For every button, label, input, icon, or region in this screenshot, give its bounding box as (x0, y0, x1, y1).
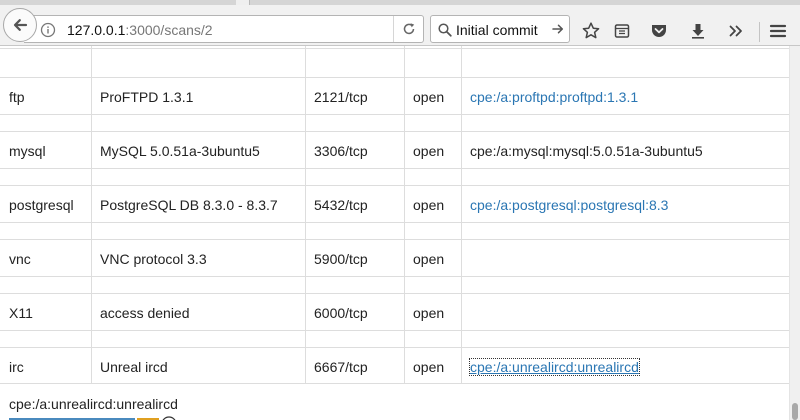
browser-toolbar: 127.0.0.1:3000/scans/2 Initial commit (0, 5, 800, 46)
row-border (0, 222, 789, 223)
bookmark-star-icon[interactable] (580, 20, 602, 42)
service-cell: irc (9, 359, 24, 375)
column-divider (404, 46, 405, 383)
cpe-link-focused[interactable]: cpe:/a:unrealircd:unrealircd (469, 358, 640, 376)
reload-icon (403, 23, 414, 35)
service-cell: X11 (9, 305, 33, 321)
state-cell: open (413, 89, 445, 105)
cpe-detail: cpe:/a:unrealircd:unrealircd (9, 396, 178, 412)
toolbar-separator (759, 22, 760, 42)
row-border (0, 383, 789, 384)
info-icon[interactable] (40, 22, 56, 38)
overflow-chevron-icon[interactable] (725, 20, 747, 42)
product-cell: access denied (100, 305, 190, 321)
service-cell: postgresql (9, 197, 74, 213)
url-text[interactable]: 127.0.0.1:3000/scans/2 (67, 22, 213, 38)
back-button[interactable] (3, 8, 37, 42)
hamburger-menu-icon[interactable] (767, 20, 789, 42)
reader-view-icon[interactable] (611, 20, 633, 42)
product-cell: Unreal ircd (100, 359, 168, 375)
port-cell: 5900/tcp (314, 251, 368, 267)
page-content: ftp ProFTPD 1.3.1 2121/tcp open cpe:/a:p… (0, 46, 789, 420)
row-border (0, 114, 789, 115)
reload-button[interactable] (393, 16, 423, 42)
state-cell: open (413, 305, 445, 321)
row-border (0, 330, 789, 331)
search-go-button[interactable] (550, 21, 566, 37)
row-border (0, 185, 789, 186)
port-cell: 5432/tcp (314, 197, 368, 213)
downloads-icon[interactable] (687, 20, 709, 42)
url-path: :3000/scans/2 (125, 22, 213, 38)
url-bar[interactable]: 127.0.0.1:3000/scans/2 (24, 15, 424, 43)
search-go-icon (552, 24, 564, 34)
row-border (0, 131, 789, 132)
cpe-link[interactable]: cpe:/a:proftpd:proftpd:1.3.1 (470, 89, 638, 105)
port-cell: 3306/tcp (314, 143, 368, 159)
column-divider (461, 46, 462, 383)
url-host: 127.0.0.1 (67, 22, 126, 38)
state-cell: open (413, 143, 445, 159)
row-border (0, 77, 789, 78)
port-cell: 2121/tcp (314, 89, 368, 105)
search-bar[interactable]: Initial commit (430, 15, 570, 43)
row-border (0, 239, 789, 240)
state-cell: open (413, 359, 445, 375)
vertical-scrollbar[interactable] (789, 46, 800, 420)
pocket-icon[interactable] (648, 20, 670, 42)
port-cell: 6000/tcp (314, 305, 368, 321)
column-divider (91, 46, 92, 383)
product-cell: MySQL 5.0.51a-3ubuntu5 (100, 143, 260, 159)
cut-off-link-icon (9, 416, 176, 420)
cpe-link[interactable]: cpe:/a:postgresql:postgresql:8.3 (470, 197, 668, 213)
state-cell: open (413, 197, 445, 213)
product-cell: VNC protocol 3.3 (100, 251, 207, 267)
service-cell: mysql (9, 143, 46, 159)
row-border (0, 347, 789, 348)
cpe-text: cpe:/a:mysql:mysql:5.0.51a-3ubuntu5 (470, 143, 703, 159)
search-input[interactable]: Initial commit (456, 22, 538, 38)
back-icon (13, 19, 28, 31)
product-cell: PostgreSQL DB 8.3.0 - 8.3.7 (100, 197, 278, 213)
row-border (0, 293, 789, 294)
search-icon (437, 22, 453, 38)
product-cell: ProFTPD 1.3.1 (100, 89, 194, 105)
cve-link-partial[interactable] (9, 411, 179, 420)
service-cell: vnc (9, 251, 31, 267)
service-cell: ftp (9, 89, 25, 105)
row-border (0, 48, 789, 49)
port-cell: 6667/tcp (314, 359, 368, 375)
row-border (0, 276, 789, 277)
scrollbar-thumb[interactable] (792, 403, 798, 420)
column-divider (305, 46, 306, 383)
row-border (0, 168, 789, 169)
state-cell: open (413, 251, 445, 267)
